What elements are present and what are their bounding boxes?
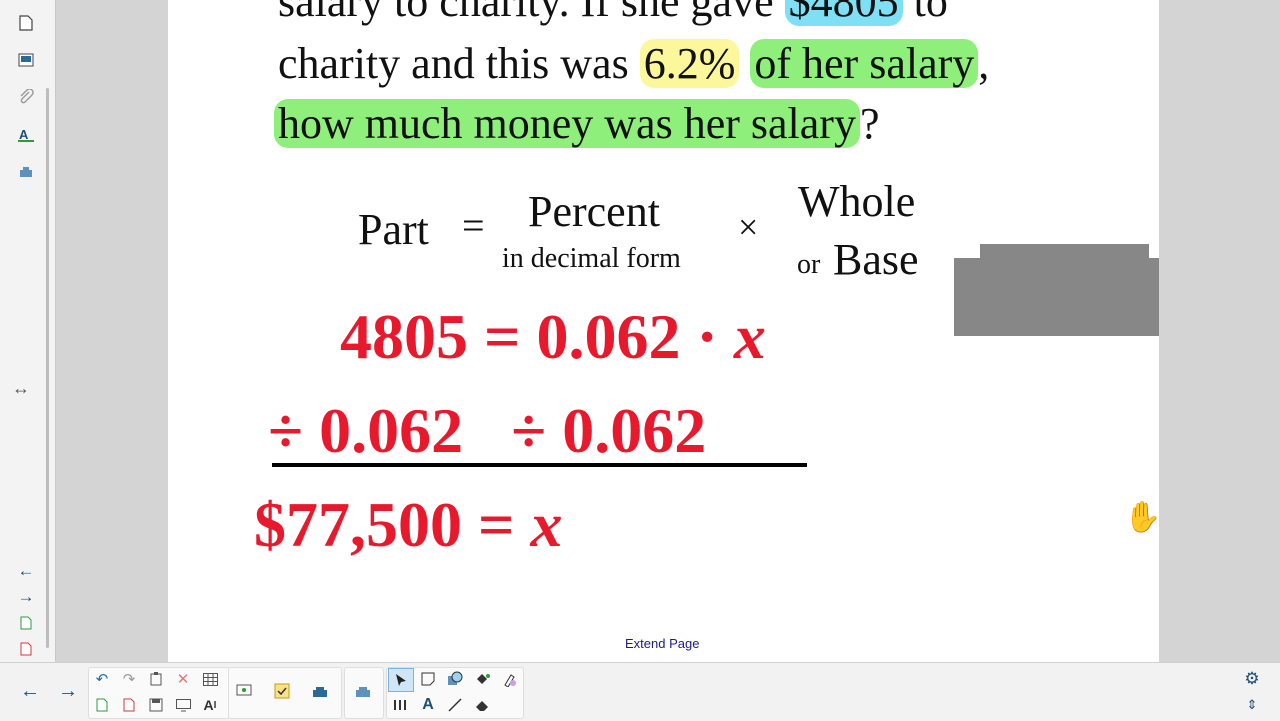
screen-shade-icon[interactable] (171, 694, 195, 716)
paste-icon[interactable] (144, 668, 168, 690)
shapes-icon[interactable] (443, 668, 467, 690)
settings-icon[interactable]: ⚙ (1240, 668, 1264, 690)
addons-icon[interactable] (308, 680, 332, 702)
hand-cursor-icon: ✋ (1124, 501, 1162, 534)
formula-or: or (797, 249, 821, 280)
problem-text: charity and this was (278, 39, 640, 88)
equation-2: ÷ 0.062 ÷ 0.062 (268, 395, 707, 466)
pen-icon[interactable] (416, 668, 440, 690)
addons-icon[interactable] (14, 160, 38, 182)
problem-text: ? (859, 99, 880, 148)
formula-base: Base (833, 235, 919, 284)
measurement-icon[interactable] (388, 694, 412, 716)
text-icon[interactable]: A (416, 694, 440, 716)
add-page-icon[interactable] (14, 612, 38, 634)
equation-3: $77,500 = x (254, 488, 562, 562)
save-icon[interactable] (144, 694, 168, 716)
percent-highlight: 6.2% (639, 39, 740, 88)
move-left-icon[interactable]: ← (14, 560, 38, 582)
problem-text: , (978, 39, 990, 88)
equation-text: $77,500 = (254, 489, 531, 560)
problem-line-2: charity and this was 6.2% of her salary, (278, 38, 989, 89)
gallery-icon[interactable] (14, 49, 38, 71)
properties-icon[interactable]: A (14, 123, 38, 145)
formula-whole: Whole (798, 177, 916, 226)
delete-page-icon[interactable] (117, 694, 141, 716)
problem-text: to (902, 0, 948, 26)
activity-builder-icon[interactable] (351, 680, 375, 702)
page-sorter-icon[interactable] (14, 12, 38, 34)
toolbar-position-icon[interactable]: ⇕ (1240, 694, 1264, 716)
redaction-block (954, 258, 1159, 336)
delete-icon[interactable]: ✕ (171, 668, 195, 690)
svg-text:A: A (19, 127, 29, 142)
undo-icon[interactable]: ↶ (90, 668, 114, 690)
question-highlight: how much money was her salary (274, 99, 860, 148)
problem-line-1: salary to charity. If she gave $4805 to (278, 0, 948, 27)
formula-percent: Percent (528, 187, 660, 236)
side-panel: A ↔ ← → (0, 0, 56, 662)
redo-icon[interactable]: ↷ (117, 668, 141, 690)
bottom-toolbar: ← → ↶ ↷ ✕ AI A ⚙ ⇕ (0, 662, 1280, 721)
division-line (272, 463, 807, 467)
lines-icon[interactable] (443, 694, 467, 716)
delete-page-icon[interactable] (14, 638, 38, 660)
previous-page-icon[interactable]: ← (18, 680, 42, 702)
resize-arrows-icon[interactable]: ↔ (12, 378, 30, 399)
salary-highlight: of her salary (750, 39, 979, 88)
formula-part: Part (358, 205, 429, 254)
table-icon[interactable] (198, 668, 222, 690)
fill-icon[interactable] (470, 668, 494, 690)
extend-page-link[interactable]: Extend Page (625, 636, 699, 651)
text-tool-icon[interactable]: AI (198, 694, 222, 716)
equation-1: 4805 = 0.062 · x (340, 300, 766, 374)
attachments-icon[interactable] (14, 86, 38, 108)
sidebar-divider[interactable] (46, 88, 49, 648)
problem-text (739, 39, 750, 88)
response-icon[interactable] (270, 680, 294, 702)
next-page-icon[interactable]: → (56, 680, 80, 702)
magic-pen-icon[interactable] (497, 668, 521, 690)
formula-equals: = (462, 203, 485, 248)
select-icon[interactable] (388, 668, 414, 692)
move-right-icon[interactable]: → (14, 586, 38, 608)
problem-text: salary to charity. If she gave (278, 0, 785, 26)
screen-capture-icon[interactable] (232, 680, 256, 702)
formula-percent-subtitle: in decimal form (502, 243, 681, 274)
whiteboard-page[interactable]: salary to charity. If she gave $4805 to … (168, 0, 1162, 662)
equation-text: 4805 = 0.062 · (340, 301, 734, 372)
variable-x: x (530, 489, 563, 560)
add-page-icon[interactable] (90, 694, 114, 716)
variable-x: x (733, 301, 766, 372)
eraser-icon[interactable] (470, 694, 494, 716)
amount-highlight: $4805 (784, 0, 903, 26)
formula-times: × (738, 207, 759, 247)
problem-line-3: how much money was her salary? (274, 98, 879, 149)
